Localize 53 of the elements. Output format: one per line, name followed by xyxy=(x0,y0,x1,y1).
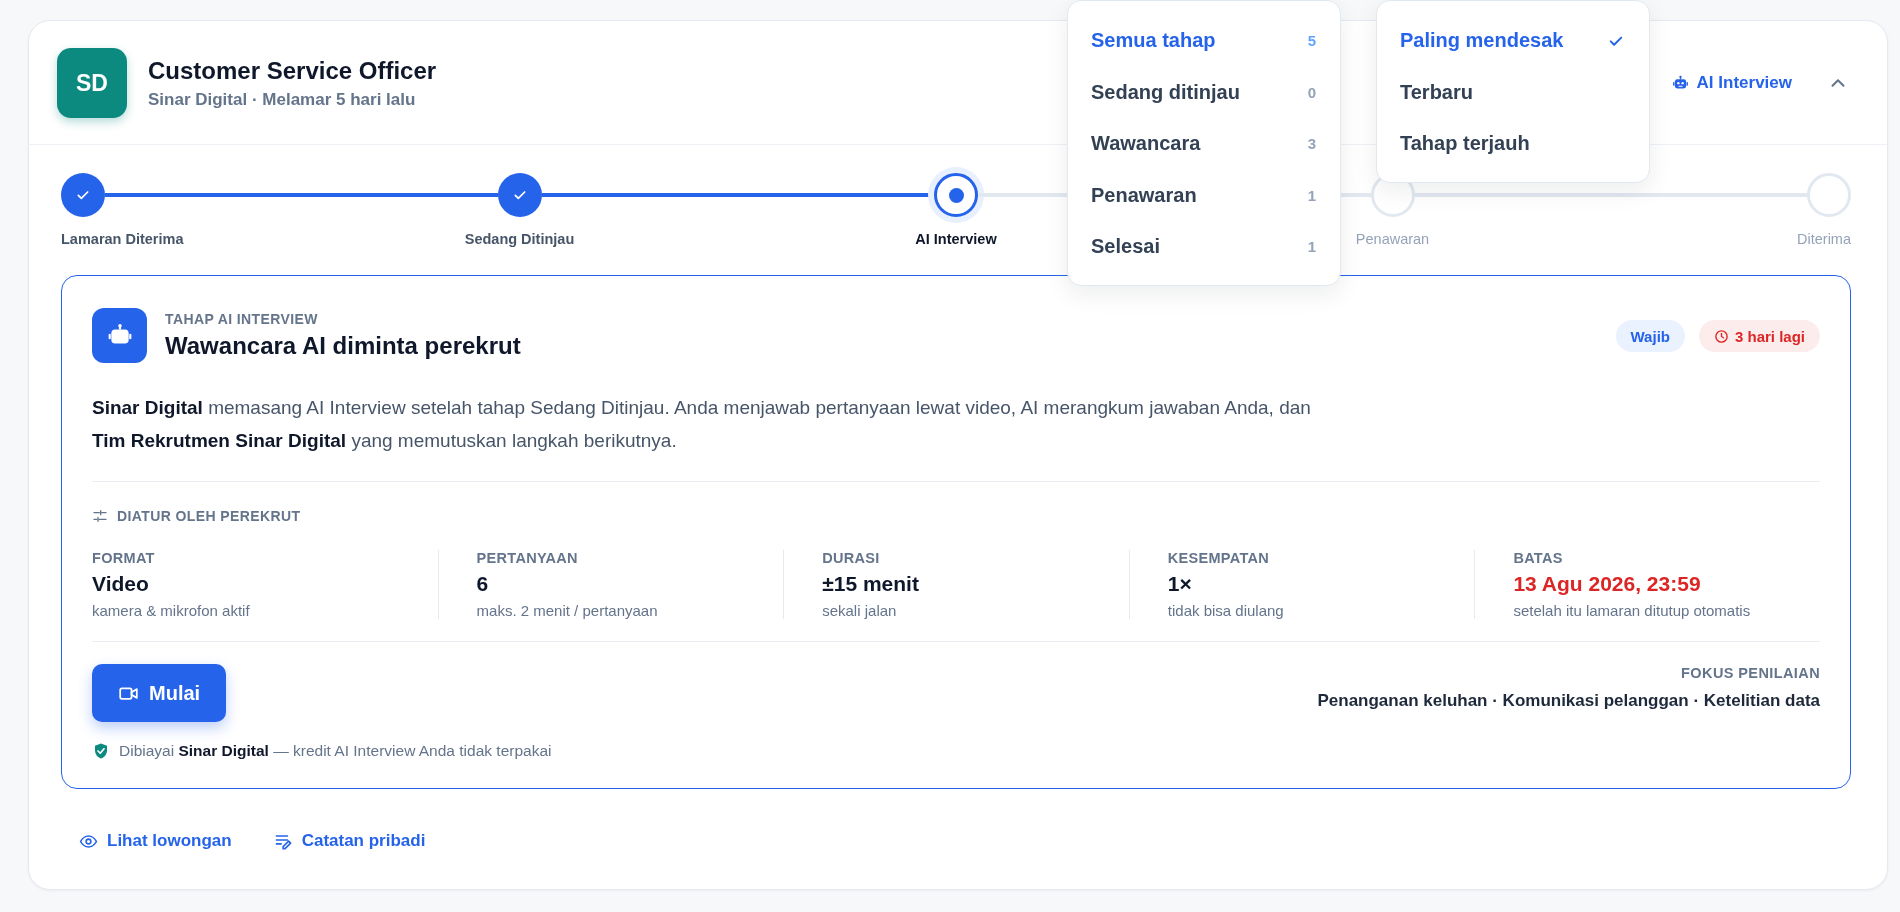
footer-link[interactable]: Catatan pribadi xyxy=(273,831,426,851)
shield-check-icon xyxy=(92,742,110,760)
badge-text: Wajib xyxy=(1630,327,1670,345)
setting-value: 6 xyxy=(476,572,490,596)
setting-label: KESEMPATAN xyxy=(1167,550,1271,566)
stage-count: 1 xyxy=(1307,186,1316,204)
sort-option[interactable]: Paling mendesak xyxy=(1377,15,1649,67)
settings-heading: DIATUR OLEH PEREKRUT xyxy=(117,508,301,524)
stage-description: Sinar Digital memasang AI Interview setelah tahap Sedang Ditinjau. Anda menjawab pertanyaan lewat video, AI merangkum jawaban Anda, dan Tim Rekrutmen Sinar Digital yang memutuskan langkah berikutnya. xyxy=(92,396,1312,453)
company-avatar: SD xyxy=(57,48,127,118)
setting-note: tidak bisa diulang xyxy=(1167,602,1285,619)
focus-label: FOKUS PENILAIAN xyxy=(1681,665,1820,681)
job-subtitle: Sinar Digital · Melamar 5 hari lalu xyxy=(148,89,416,110)
step-label: Lamaran Diterima xyxy=(61,231,184,247)
stage-count: 0 xyxy=(1307,83,1316,101)
stage-filter-option[interactable]: Penawaran 1 xyxy=(1068,169,1340,221)
setting-note: kamera & mikrofon aktif xyxy=(92,602,251,619)
stage-filter-option[interactable]: Sedang ditinjau 0 xyxy=(1068,66,1340,118)
stage-title: Wawancara AI diminta perekrut xyxy=(165,332,522,360)
robot-icon xyxy=(92,308,147,363)
step-label: Sedang Ditinjau xyxy=(464,231,575,247)
stage-count: 1 xyxy=(1307,238,1316,256)
sliders-icon xyxy=(92,508,108,524)
stage-count: 3 xyxy=(1307,135,1316,153)
setting-note: setelah itu lamaran ditutup otomatis xyxy=(1513,602,1752,619)
setting-value: 13 Agu 2026, 23:59 xyxy=(1513,572,1702,596)
stage-filter-option[interactable]: Semua tahap 5 xyxy=(1068,15,1340,67)
setting-label: PERTANYAAN xyxy=(476,550,579,566)
ai-interview-link[interactable]: AI Interview xyxy=(1671,73,1792,93)
footer-link[interactable]: Lihat lowongan xyxy=(79,831,232,851)
setting-value: ±15 menit xyxy=(822,572,920,596)
setting-value: 1× xyxy=(1167,572,1193,596)
stage-eyebrow: TAHAP AI INTERVIEW xyxy=(165,311,319,327)
start-button[interactable]: Mulai xyxy=(92,664,227,722)
stage-filter-option[interactable]: Selesai 1 xyxy=(1068,221,1340,273)
setting-note: sekali jalan xyxy=(822,602,898,619)
funding-note: Dibiayai Sinar Digital — kredit AI Interview Anda tidak terpakai xyxy=(119,742,552,760)
badge-text: 3 hari lagi xyxy=(1734,327,1805,345)
clock-icon xyxy=(1713,328,1729,344)
step-label: Penawaran xyxy=(1355,231,1430,247)
stage-count: 5 xyxy=(1307,32,1316,50)
setting-label: BATAS xyxy=(1513,550,1564,566)
step-label: Diterima xyxy=(1797,231,1851,247)
sort-option[interactable]: Tahap terjauh xyxy=(1377,118,1649,170)
stage-filter-option[interactable]: Wawancara 3 xyxy=(1068,118,1340,170)
setting-label: FORMAT xyxy=(92,550,156,566)
job-title: Customer Service Officer xyxy=(148,56,437,85)
setting-note: maks. 2 menit / pertanyaan xyxy=(476,602,659,619)
setting-label: DURASI xyxy=(822,550,881,566)
focus-skills: Penanganan keluhan · Komunikasi pelanggan · Ketelitian data xyxy=(1317,691,1820,711)
step-label: AI Interview xyxy=(915,231,997,247)
setting-value: Video xyxy=(92,572,150,596)
sort-option[interactable]: Terbaru xyxy=(1377,66,1649,118)
